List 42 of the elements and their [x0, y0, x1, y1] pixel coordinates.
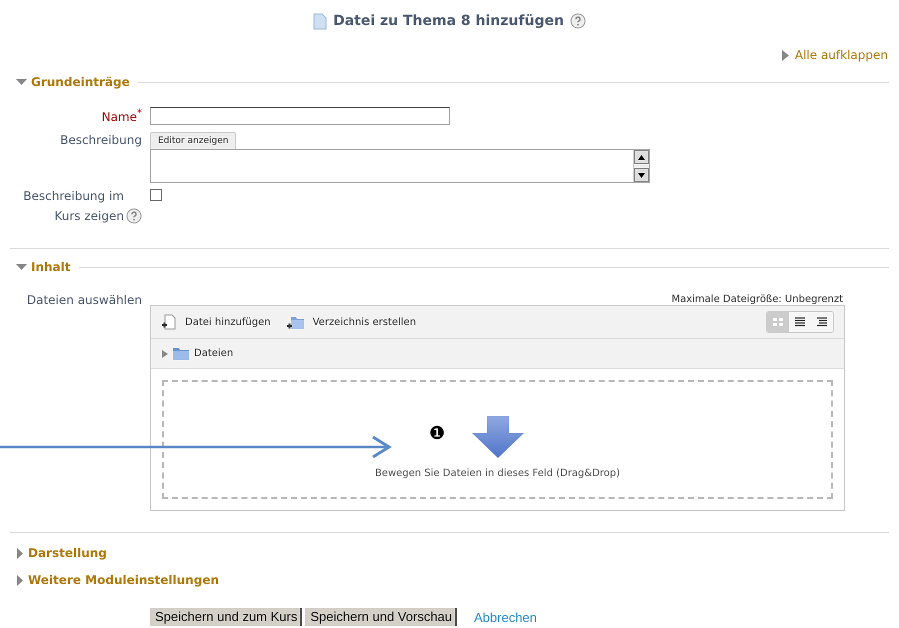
help-icon[interactable] — [126, 208, 142, 224]
expand-triangle-icon[interactable] — [16, 574, 24, 586]
section-title[interactable]: Darstellung — [28, 546, 107, 560]
collapse-triangle-icon[interactable] — [16, 78, 27, 86]
new-folder-icon — [286, 314, 305, 330]
folder-link[interactable]: Dateien — [194, 348, 234, 359]
editor-tab[interactable]: Editor anzeigen — [150, 132, 236, 149]
expand-triangle-icon[interactable] — [162, 350, 168, 358]
field-label: Name$^{*}$ — [100, 107, 142, 126]
help-icon[interactable] — [570, 13, 586, 29]
step-marker: ❶ — [429, 425, 446, 443]
expand-triangle-icon[interactable] — [16, 548, 24, 558]
down-arrow-icon — [472, 416, 524, 458]
save-button[interactable]: Speichern und zum Kurs — [150, 608, 302, 626]
description-field[interactable] — [150, 149, 650, 183]
field-label: Dateien auswählen — [26, 292, 142, 309]
expand-all-link[interactable]: Alle aufklappen — [794, 48, 888, 62]
folder-icon — [173, 347, 189, 360]
required-mark: * — [137, 108, 142, 119]
file-icon — [313, 12, 328, 30]
scroll-down-icon[interactable] — [638, 172, 645, 178]
view-toggle[interactable] — [767, 312, 789, 332]
section-title[interactable]: Grundeinträge — [31, 75, 130, 89]
view-toggle[interactable] — [811, 312, 833, 332]
name-field[interactable] — [150, 107, 450, 125]
view-toggle[interactable] — [789, 312, 811, 332]
page-title: Datei zu Thema 8 hinzufügen — [333, 13, 564, 29]
section-title[interactable]: Weitere Moduleinstellungen — [28, 573, 219, 587]
section-title[interactable]: Inhalt — [31, 260, 70, 274]
checkbox[interactable] — [150, 189, 162, 201]
field-label: Beschreibung — [59, 132, 142, 149]
field-label: Beschreibung im Kurs zeigen — [22, 188, 124, 225]
expand-triangle-icon[interactable] — [782, 50, 789, 60]
collapse-triangle-icon[interactable] — [16, 263, 27, 271]
cancel-link[interactable]: Abbrechen — [474, 610, 537, 624]
max-size-note: Maximale Dateigröße: Unbegrenzt — [670, 294, 843, 305]
toolbar-button[interactable]: Verzeichnis erstellen — [286, 314, 416, 330]
add-file-icon — [161, 314, 177, 330]
scroll-up-icon[interactable] — [638, 154, 645, 160]
toolbar-button[interactable]: Datei hinzufügen — [161, 314, 271, 330]
drop-hint: Bewegen Sie Dateien in dieses Feld (Drag&Drop) — [374, 468, 620, 479]
save-button[interactable]: Speichern und Vorschau — [305, 608, 458, 626]
